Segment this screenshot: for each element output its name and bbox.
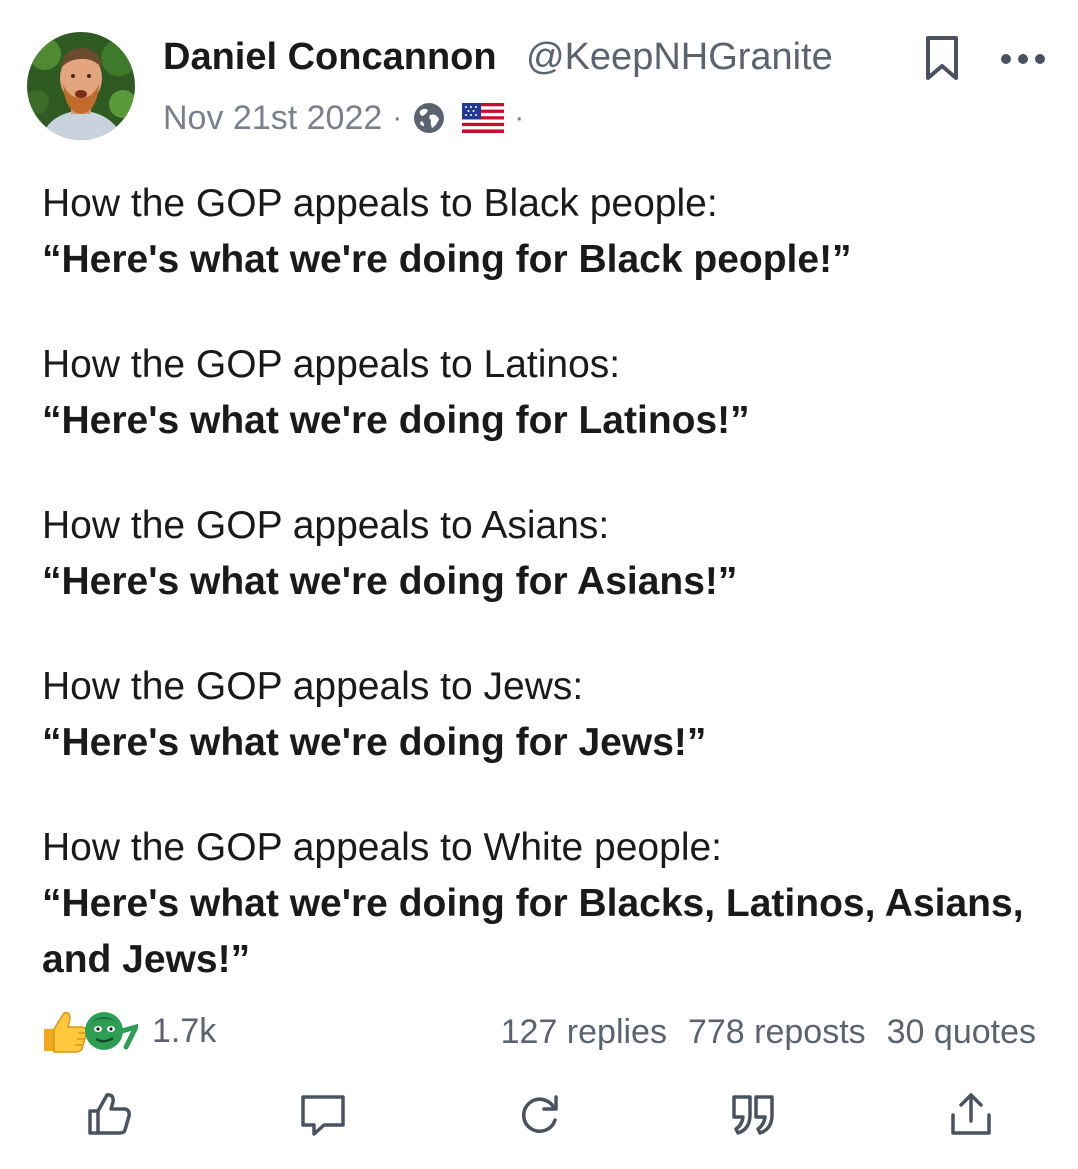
share-icon	[951, 1093, 991, 1135]
post-paragraph: How the GOP appeals to Jews: “Here's wha…	[42, 659, 1042, 771]
post-meta: Nov 21st 2022 · ·	[163, 96, 524, 140]
more-icon	[1001, 54, 1045, 64]
us-flag-icon	[462, 103, 505, 133]
replies-count[interactable]: 127 replies	[501, 1013, 667, 1052]
thumbs-up-emoji	[44, 1011, 88, 1053]
green-face-emoji	[85, 1012, 141, 1050]
paragraph-prompt: How the GOP appeals to White people:	[42, 826, 723, 869]
quote-icon	[732, 1095, 774, 1135]
paragraph-prompt: How the GOP appeals to Jews:	[42, 665, 584, 708]
repost-button[interactable]	[514, 1089, 564, 1139]
post-body: How the GOP appeals to Black people: “He…	[42, 176, 1042, 1037]
post-paragraph: How the GOP appeals to White people: “He…	[42, 820, 1042, 988]
avatar[interactable]	[27, 32, 135, 140]
bookmark-icon	[926, 36, 958, 80]
paragraph-quote: “Here's what we're doing for Blacks, Lat…	[42, 882, 1024, 981]
reply-icon	[301, 1095, 345, 1136]
paragraph-quote: “Here's what we're doing for Latinos!”	[42, 399, 750, 442]
like-button[interactable]	[84, 1089, 134, 1139]
post-paragraph: How the GOP appeals to Latinos: “Here's …	[42, 337, 1042, 449]
paragraph-prompt: How the GOP appeals to Latinos:	[42, 343, 621, 386]
paragraph-prompt: How the GOP appeals to Black people:	[42, 182, 718, 225]
reposts-count[interactable]: 778 reposts	[688, 1013, 866, 1052]
reaction-count: 1.7k	[152, 1011, 217, 1050]
meta-separator: ·	[392, 101, 403, 134]
globe-icon	[412, 101, 446, 135]
post-date[interactable]: Nov 21st 2022	[163, 99, 382, 138]
post-paragraph: How the GOP appeals to Asians: “Here's w…	[42, 498, 1042, 610]
reactions-summary[interactable]: 1.7k	[40, 1006, 216, 1056]
reaction-icons	[40, 1007, 141, 1055]
paragraph-quote: “Here's what we're doing for Jews!”	[42, 721, 707, 764]
meta-separator-trailing: ·	[514, 101, 525, 134]
post-stats: 127 replies 778 reposts 30 quotes	[501, 1010, 1036, 1054]
bookmark-button[interactable]	[922, 34, 962, 82]
post-card: Daniel Concannon @KeepNHGranite Nov 21st…	[0, 0, 1078, 1169]
author-display-name[interactable]: Daniel Concannon	[163, 36, 497, 79]
post-paragraph: How the GOP appeals to Black people: “He…	[42, 176, 1042, 288]
reply-button[interactable]	[298, 1089, 348, 1139]
quote-button[interactable]	[728, 1089, 778, 1139]
paragraph-quote: “Here's what we're doing for Asians!”	[42, 560, 738, 603]
more-options-button[interactable]	[998, 42, 1048, 76]
paragraph-prompt: How the GOP appeals to Asians:	[42, 504, 610, 547]
author-handle[interactable]: @KeepNHGranite	[526, 36, 833, 79]
paragraph-quote: “Here's what we're doing for Black peopl…	[42, 238, 852, 281]
avatar-photo	[27, 32, 135, 140]
share-button[interactable]	[946, 1089, 996, 1139]
repost-icon	[521, 1095, 558, 1133]
quotes-count[interactable]: 30 quotes	[887, 1013, 1036, 1052]
like-icon	[88, 1093, 131, 1135]
